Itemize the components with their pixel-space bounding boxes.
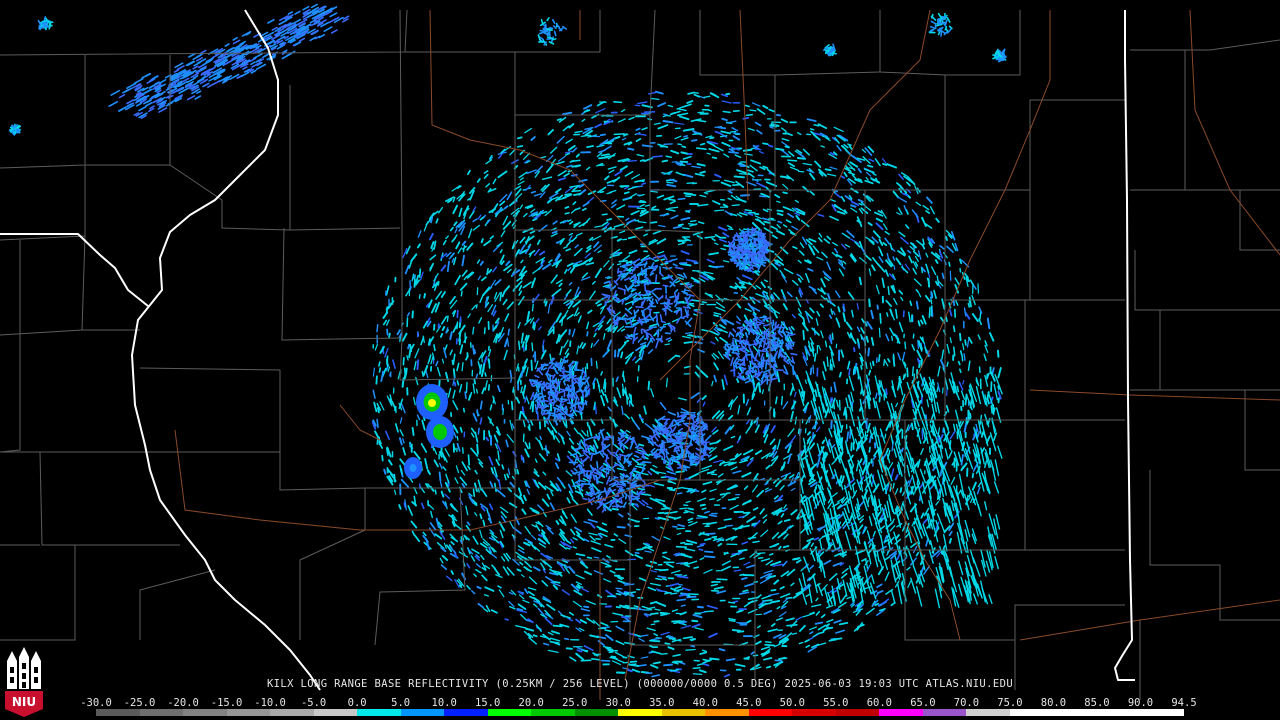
colorbar-segment — [531, 709, 575, 716]
colorbar-label: -25.0 — [123, 697, 156, 709]
colorbar-label: -30.0 — [80, 697, 112, 709]
colorbar-label: -5.0 — [300, 697, 327, 709]
colorbar-segment — [792, 709, 836, 716]
colorbar-label: 85.0 — [1084, 697, 1110, 709]
colorbar-label: 15.0 — [475, 697, 501, 709]
colorbar-segment — [139, 709, 184, 716]
colorbar-segment — [487, 709, 532, 716]
colorbar-segment — [357, 709, 401, 716]
colorbar-label: 70.0 — [953, 697, 980, 709]
colorbar-segment — [618, 709, 662, 716]
colorbar-label: 40.0 — [692, 697, 718, 709]
colorbar-label: 5.0 — [391, 697, 411, 709]
colorbar-labels: -30.0 -25.0 -20.0 -15.0 -10.0 -5.0 0.0 5.0 10.0 1… — [80, 697, 1197, 709]
logo-text: NIU — [12, 695, 36, 709]
reflectivity-colorbar — [96, 709, 1184, 716]
colorbar-segment — [574, 709, 619, 716]
radar-map — [0, 0, 1280, 720]
colorbar-label: 65.0 — [910, 697, 936, 709]
colorbar-label: -10.0 — [254, 697, 286, 709]
colorbar-label: 80.0 — [1040, 697, 1067, 709]
colorbar-segment — [400, 709, 445, 716]
colorbar-label: 20.0 — [518, 697, 544, 709]
colorbar-label: 35.0 — [649, 697, 675, 709]
colorbar-segment — [879, 709, 923, 716]
colorbar-label: 90.0 — [1127, 697, 1154, 709]
colorbar-segment — [1140, 709, 1184, 716]
colorbar-label: 55.0 — [823, 697, 849, 709]
colorbar-label: -15.0 — [210, 697, 243, 709]
colorbar-label: 25.0 — [562, 697, 588, 709]
colorbar-segment — [1009, 709, 1054, 716]
map-background — [0, 0, 1280, 720]
colorbar-label: 50.0 — [779, 697, 805, 709]
colorbar-segment — [661, 709, 706, 716]
colorbar-label: -20.0 — [167, 697, 199, 709]
colorbar-segment — [444, 709, 488, 716]
colorbar-label: 94.5 — [1171, 697, 1197, 709]
colorbar-segment — [966, 709, 1010, 716]
colorbar-label: 10.0 — [431, 697, 457, 709]
colorbar-segment — [96, 709, 140, 716]
colorbar-segment — [922, 709, 967, 716]
colorbar-segment — [226, 709, 271, 716]
colorbar-segment — [183, 709, 227, 716]
colorbar-label: 75.0 — [997, 697, 1023, 709]
colorbar-label: 30.0 — [605, 697, 631, 709]
colorbar-label: 60.0 — [866, 697, 893, 709]
niu-logo: NIU — [3, 647, 45, 717]
colorbar-segment — [313, 709, 358, 716]
colorbar-label: 45.0 — [736, 697, 762, 709]
colorbar-segment — [748, 709, 793, 716]
colorbar-label: 0.0 — [347, 697, 367, 709]
colorbar-segment — [705, 709, 749, 716]
colorbar-segment — [270, 709, 314, 716]
colorbar-segment — [1053, 709, 1097, 716]
product-title: KILX LONG RANGE BASE REFLECTIVITY (0.25K… — [266, 678, 1014, 690]
colorbar-segment — [835, 709, 880, 716]
colorbar-segment — [1096, 709, 1141, 716]
